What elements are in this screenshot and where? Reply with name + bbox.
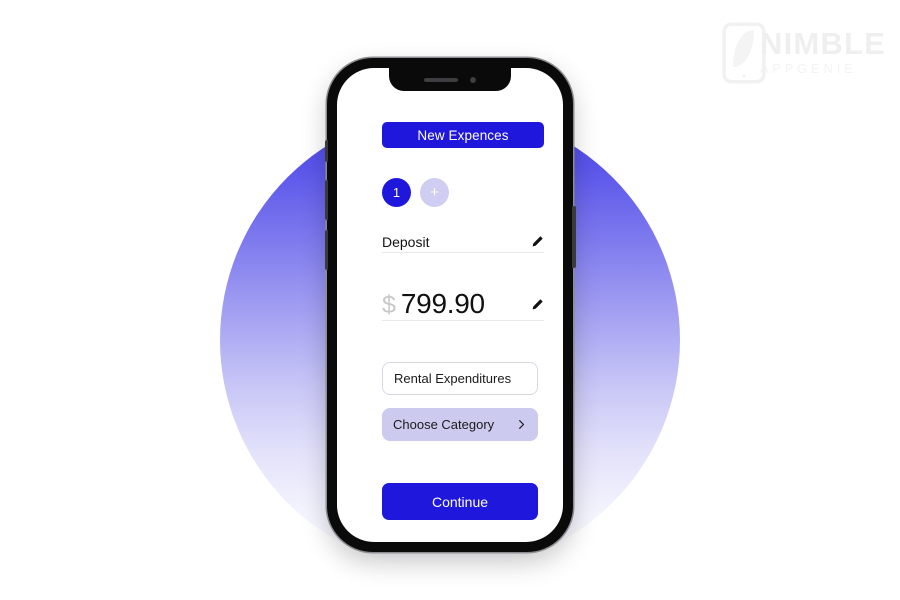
add-step-label: + — [430, 184, 439, 201]
add-step-button[interactable]: + — [420, 178, 449, 207]
screenshot-canvas: NIMBLE APPGENIE New Expences 1 + Deposit… — [0, 0, 900, 600]
step-indicator: 1 + — [382, 178, 449, 207]
expense-note-value: Rental Expenditures — [394, 371, 512, 386]
volume-up-button[interactable] — [324, 180, 328, 220]
pencil-icon[interactable] — [531, 298, 544, 311]
step-1-label: 1 — [392, 185, 401, 200]
choose-category-select[interactable]: Choose Category — [382, 408, 538, 441]
device-notch — [389, 68, 511, 91]
phone-screen: New Expences 1 + Deposit $ 799.90 Rental… — [337, 68, 563, 542]
watermark-logo: NIMBLE APPGENIE — [722, 22, 887, 84]
deposit-field-row[interactable]: Deposit — [382, 226, 544, 253]
chevron-right-icon — [519, 420, 525, 429]
amount-value-group: $ 799.90 — [382, 288, 485, 320]
amount-value: 799.90 — [400, 288, 485, 319]
volume-down-button[interactable] — [324, 230, 328, 270]
watermark-text: NIMBLE APPGENIE — [760, 26, 887, 77]
watermark-brand-name: NIMBLE — [760, 26, 887, 61]
currency-symbol: $ — [382, 291, 396, 319]
step-indicator-1[interactable]: 1 — [382, 178, 411, 207]
choose-category-label: Choose Category — [393, 417, 495, 432]
expense-note-input[interactable]: Rental Expenditures — [382, 362, 538, 395]
continue-button-label: Continue — [431, 493, 489, 510]
phone-n-logo-icon — [722, 22, 766, 84]
watermark-brand-subtitle: APPGENIE — [760, 62, 857, 76]
front-camera-icon — [470, 76, 476, 83]
phone-device-frame: New Expences 1 + Deposit $ 799.90 Rental… — [324, 58, 576, 552]
pencil-icon[interactable] — [531, 235, 544, 248]
header-title-label: New Expences — [417, 127, 509, 143]
power-button[interactable] — [572, 206, 576, 268]
new-expences-header-button[interactable]: New Expences — [382, 122, 544, 148]
speaker-slit-icon — [424, 77, 458, 82]
amount-field-row[interactable]: $ 799.90 — [382, 276, 544, 321]
silent-switch-button[interactable] — [324, 140, 328, 162]
app-content: New Expences 1 + Deposit $ 799.90 Rental… — [337, 68, 563, 542]
continue-button[interactable]: Continue — [382, 483, 538, 520]
deposit-label: Deposit — [382, 234, 430, 250]
